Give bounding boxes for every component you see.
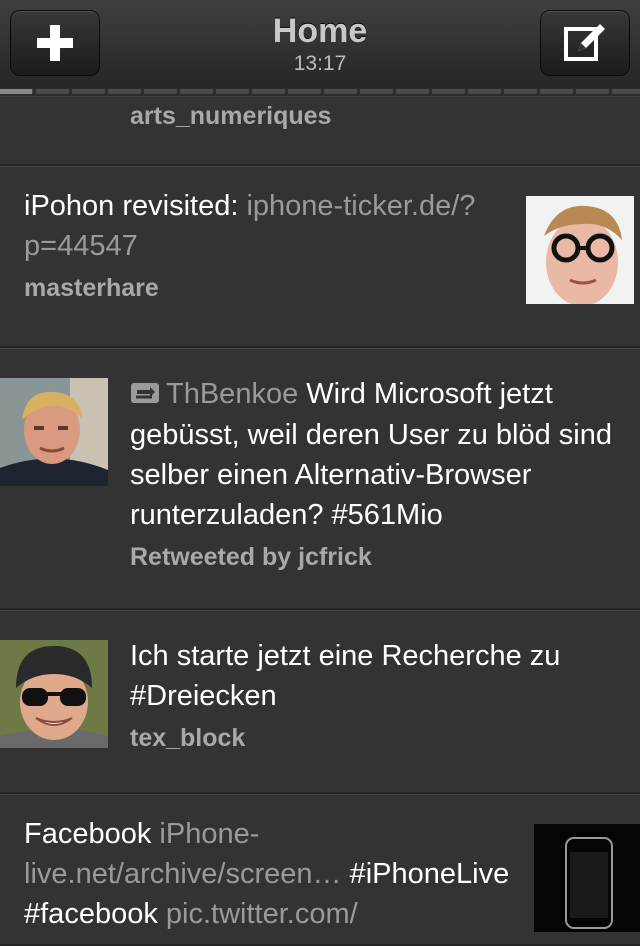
tweet-author[interactable]: tex_block (130, 724, 620, 753)
avatar-blond (0, 378, 108, 486)
avatar[interactable] (534, 824, 640, 932)
retweet-icon (130, 375, 160, 415)
progress-segment (612, 89, 640, 94)
tweet-item[interactable]: ThBenkoe Wird Microsoft jetzt gebüsst, w… (0, 348, 640, 610)
navigation-bar: Home 13:17 (0, 0, 640, 89)
tweet-text-body: iPohon revisited: (24, 190, 247, 222)
progress-segment (432, 89, 465, 94)
tweet-text-body: Facebook (24, 818, 160, 850)
progress-segment (180, 89, 213, 94)
avatar-glasses (526, 196, 634, 304)
avatar[interactable] (0, 378, 108, 486)
progress-segment (144, 89, 177, 94)
avatar-sunglasses (0, 640, 108, 748)
retweeted-user[interactable]: ThBenkoe (166, 378, 298, 410)
tweet-item[interactable]: Ich starte jetzt eine Recherche zu #Drei… (0, 610, 640, 794)
progress-segment (540, 89, 573, 94)
compose-icon (564, 24, 605, 61)
tweet-item[interactable]: arts_numeriques (0, 96, 640, 166)
tweet-text: Ich starte jetzt eine Recherche zu #Drei… (130, 640, 561, 712)
tweet-item[interactable]: Facebook iPhone-live.net/archive/screen…… (0, 794, 640, 946)
progress-segment (468, 89, 501, 94)
avatar[interactable] (0, 640, 108, 748)
avatar-iphone (534, 824, 640, 932)
progress-segment (216, 89, 249, 94)
progress-segment (360, 89, 393, 94)
progress-segment (288, 89, 321, 94)
timeline[interactable]: arts_numeriques iPohon revisited: iphone… (0, 96, 640, 946)
progress-fill (0, 89, 32, 94)
tweet-author[interactable]: masterhare (24, 274, 504, 303)
progress-segment (576, 89, 609, 94)
avatar[interactable] (526, 196, 634, 304)
progress-segment (324, 89, 357, 94)
timeline-progress (0, 88, 640, 96)
tweet-text: Facebook iPhone-live.net/archive/screen…… (24, 814, 514, 934)
progress-segment (504, 89, 537, 94)
compose-tweet-button[interactable] (540, 10, 630, 76)
tweet-author[interactable]: arts_numeriques (130, 102, 331, 131)
progress-segment (252, 89, 285, 94)
tweet-text: ThBenkoe Wird Microsoft jetzt gebüsst, w… (130, 374, 620, 535)
retweeted-by-label[interactable]: Retweeted by jcfrick (130, 543, 620, 572)
progress-segment (396, 89, 429, 94)
tweet-item[interactable]: iPohon revisited: iphone-ticker.de/?p=44… (0, 166, 640, 348)
progress-segment (108, 89, 141, 94)
progress-segment (72, 89, 105, 94)
tweet-text: iPohon revisited: iphone-ticker.de/?p=44… (24, 186, 504, 266)
progress-segment (36, 89, 69, 94)
tweet-link[interactable]: pic.twitter.com/ (166, 898, 358, 930)
